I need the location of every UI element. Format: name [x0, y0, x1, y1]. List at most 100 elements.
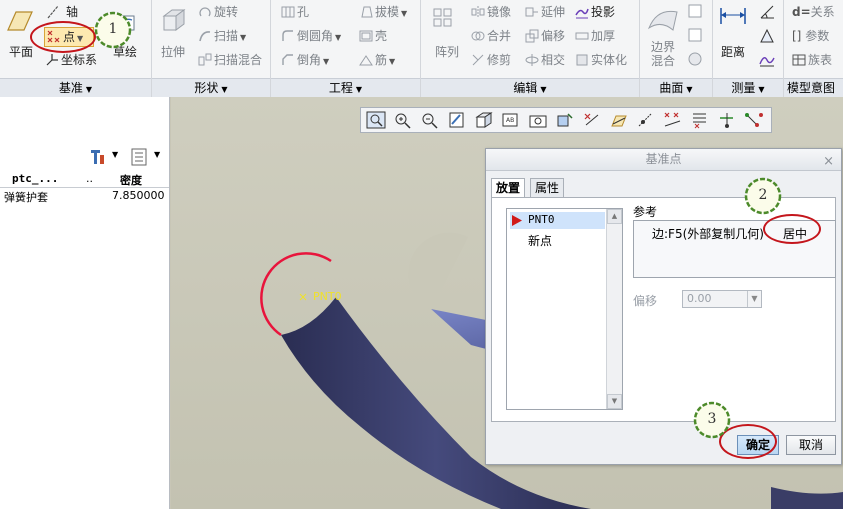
- scroll-up-icon[interactable]: ▲: [607, 209, 622, 224]
- rib-dropdown-icon[interactable]: ▼: [389, 57, 395, 66]
- boundary-blend-button[interactable]: 边界混合: [648, 40, 678, 68]
- plane-button[interactable]: 平面: [9, 44, 33, 60]
- round-dropdown-icon[interactable]: ▼: [335, 33, 341, 42]
- sweep-label: 扫描: [214, 29, 239, 43]
- axis-label: 轴: [66, 5, 79, 19]
- datum-point-label[interactable]: PNT0: [313, 290, 342, 303]
- thicken-button[interactable]: 加厚: [575, 28, 615, 44]
- column-header-name[interactable]: ptc_...: [12, 172, 58, 185]
- parameters-label: 参数: [805, 29, 830, 43]
- extend-button[interactable]: 延伸: [525, 4, 565, 20]
- group-surfaces: 边界混合 曲面 ▼: [640, 0, 713, 97]
- model-tree-toolbar: ▼ ▼: [0, 144, 169, 170]
- table-row[interactable]: 弹簧护套 7.850000: [0, 189, 169, 205]
- extend-label: 延伸: [541, 5, 566, 19]
- datum-planes-toggle-icon[interactable]: [581, 110, 603, 130]
- shell-button[interactable]: 壳: [359, 28, 387, 44]
- round-label: 倒圆角: [297, 29, 334, 43]
- datum-axes-toggle-icon[interactable]: [608, 110, 630, 130]
- zoom-in-icon[interactable]: [392, 110, 414, 130]
- orient-icon[interactable]: [473, 110, 495, 130]
- group-engineering-label[interactable]: 工程 ▼: [271, 78, 420, 97]
- group-shapes-label[interactable]: 形状 ▼: [152, 78, 270, 97]
- annotation-display-icon[interactable]: [716, 110, 738, 130]
- trim-button[interactable]: 修剪: [471, 52, 511, 68]
- tree-settings-dropdown-icon[interactable]: ▼: [112, 150, 118, 159]
- repaint-icon[interactable]: [446, 110, 468, 130]
- csys-button[interactable]: 坐标系: [45, 52, 97, 68]
- distance-button[interactable]: 距离: [721, 44, 745, 60]
- boundary-blend-icon: [647, 10, 678, 31]
- group-model-intent-label[interactable]: 模型意图▼: [784, 78, 843, 112]
- tree-columns-icon[interactable]: [130, 147, 148, 167]
- sweep-dropdown-icon[interactable]: ▼: [240, 33, 246, 42]
- merge-button[interactable]: 合并: [471, 28, 511, 44]
- list-item[interactable]: PNT0: [510, 212, 605, 229]
- point-list: PNT0 新点 ▲ ▼: [506, 208, 623, 410]
- tree-columns-dropdown-icon[interactable]: ▼: [154, 150, 160, 159]
- spin-center-icon[interactable]: [689, 110, 711, 130]
- csys-icon: [46, 54, 58, 66]
- round-button[interactable]: 倒圆角 ▼: [281, 28, 341, 46]
- parameters-icon: []: [792, 29, 802, 43]
- hole-button[interactable]: 孔: [281, 4, 309, 20]
- sketch-display-icon[interactable]: [743, 110, 765, 130]
- mirror-button[interactable]: 镜像: [471, 4, 511, 20]
- saved-views-icon[interactable]: AB: [500, 110, 522, 130]
- round-icon: [282, 30, 293, 41]
- project-icon: [575, 8, 589, 19]
- parameters-button[interactable]: [] 参数: [792, 28, 829, 44]
- camera-icon[interactable]: [527, 110, 549, 130]
- refit-icon[interactable]: [365, 110, 387, 130]
- list-scrollbar[interactable]: ▲ ▼: [606, 209, 622, 409]
- offset-dropdown-icon[interactable]: ▼: [747, 291, 761, 307]
- chamfer-dropdown-icon[interactable]: ▼: [323, 57, 329, 66]
- sweep-button[interactable]: 扫描 ▼: [198, 28, 246, 46]
- group-measure-label[interactable]: 测量 ▼: [713, 78, 783, 97]
- chamfer-button[interactable]: 倒角 ▼: [281, 52, 329, 70]
- csys-display-toggle-icon[interactable]: [662, 110, 684, 130]
- column-header-density[interactable]: 密度: [120, 172, 142, 188]
- solidify-button[interactable]: 实体化: [575, 52, 627, 68]
- relations-button[interactable]: d=关系: [792, 4, 835, 20]
- list-item[interactable]: 新点: [510, 231, 605, 248]
- revolve-button[interactable]: 旋转: [198, 4, 238, 20]
- chamfer-label: 倒角: [297, 53, 322, 67]
- group-engineering: 孔 倒圆角 ▼ 倒角 ▼ 拔模 ▼ 壳 筋 ▼ 工程 ▼: [271, 0, 421, 97]
- family-table-button[interactable]: 族表: [792, 52, 832, 68]
- tree-settings-icon[interactable]: [88, 147, 108, 167]
- zoom-out-icon[interactable]: [419, 110, 441, 130]
- draft-label: 拔模: [375, 5, 400, 19]
- display-style-icon[interactable]: [554, 110, 576, 130]
- intersect-button[interactable]: 相交: [525, 52, 565, 68]
- group-surfaces-label[interactable]: 曲面 ▼: [640, 78, 712, 97]
- column-header-mid[interactable]: ..: [86, 172, 93, 185]
- scroll-down-icon[interactable]: ▼: [607, 394, 622, 409]
- pattern-button[interactable]: 阵列: [435, 44, 459, 60]
- dialog-title-bar[interactable]: 基准点 ×: [486, 149, 841, 171]
- row-density: 7.850000: [112, 189, 165, 202]
- tab-placement[interactable]: 放置: [491, 178, 526, 198]
- draft-dropdown-icon[interactable]: ▼: [401, 9, 407, 18]
- freestyle-icon[interactable]: [688, 28, 702, 42]
- swept-blend-button[interactable]: 扫描混合: [198, 52, 262, 68]
- group-editing-label[interactable]: 编辑 ▼: [421, 78, 639, 97]
- close-icon[interactable]: ×: [823, 151, 834, 172]
- group-datum-label[interactable]: 基准 ▼: [0, 78, 151, 97]
- rib-button[interactable]: 筋 ▼: [359, 52, 395, 70]
- angle-icon[interactable]: [759, 4, 775, 20]
- axis-button[interactable]: 轴: [46, 4, 78, 20]
- draft-button[interactable]: 拔模 ▼: [359, 4, 407, 22]
- extrude-button[interactable]: 拉伸: [161, 44, 185, 60]
- sweep-icon: [199, 31, 211, 42]
- style-icon[interactable]: [688, 4, 702, 18]
- area-icon[interactable]: [759, 28, 775, 44]
- offset-button[interactable]: 偏移: [525, 28, 565, 44]
- reference-value[interactable]: 边:F5(外部复制几何): [652, 225, 764, 242]
- project-button[interactable]: 投影: [575, 4, 615, 20]
- fill-icon[interactable]: [688, 52, 702, 66]
- cancel-button[interactable]: 取消: [786, 435, 836, 455]
- diameter-icon[interactable]: [759, 52, 775, 68]
- point-display-toggle-icon[interactable]: [635, 110, 657, 130]
- tab-properties[interactable]: 属性: [530, 178, 565, 197]
